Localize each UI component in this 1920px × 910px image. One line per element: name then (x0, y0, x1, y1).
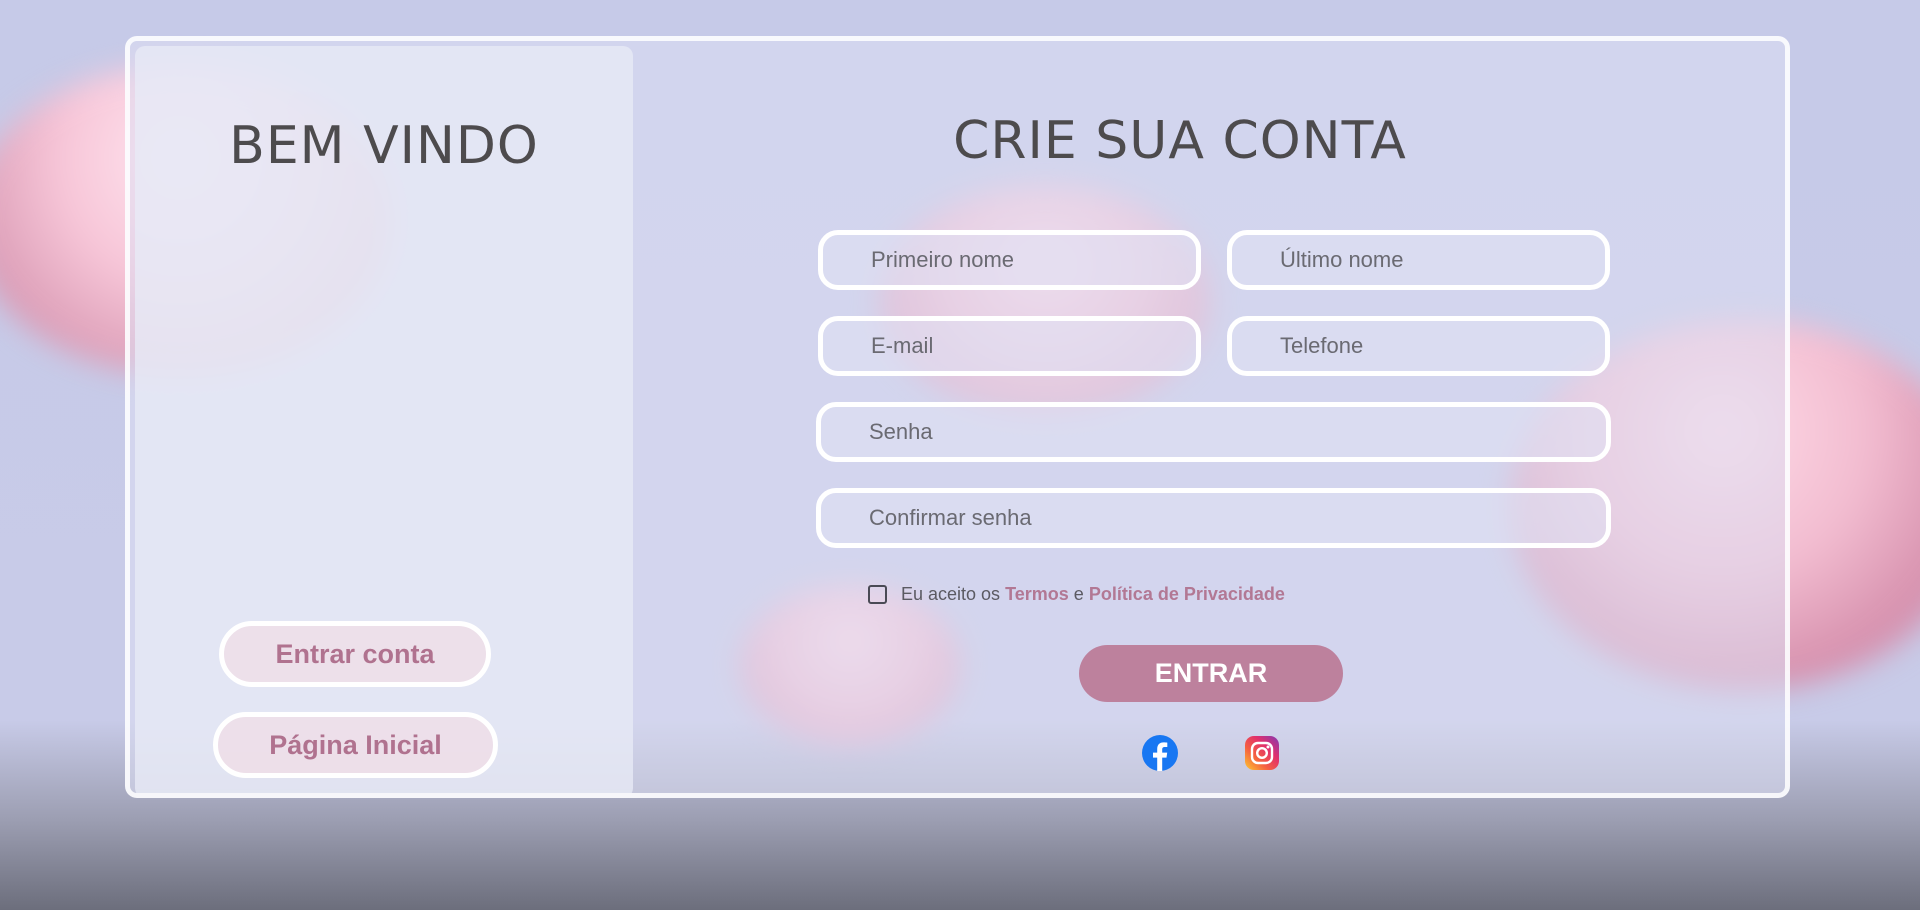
welcome-panel: BEM VINDO Entrar conta Página Inicial (135, 46, 633, 793)
first-name-input[interactable] (823, 235, 1196, 285)
home-page-button[interactable]: Página Inicial (213, 712, 498, 778)
last-name-field (1227, 230, 1610, 290)
login-button[interactable]: Entrar conta (219, 621, 491, 687)
page-background: BEM VINDO Entrar conta Página Inicial CR… (0, 0, 1920, 910)
terms-joiner-text: e (1073, 583, 1084, 604)
phone-input[interactable] (1232, 321, 1605, 371)
first-name-field (818, 230, 1201, 290)
instagram-icon[interactable] (1244, 735, 1280, 771)
privacy-policy-link[interactable]: Política de Privacidade (1089, 584, 1285, 605)
last-name-input[interactable] (1232, 235, 1605, 285)
email-field (818, 316, 1201, 376)
terms-checkbox[interactable] (868, 584, 887, 604)
welcome-title: BEM VINDO (229, 116, 539, 176)
terms-prefix-text: Eu aceito os (901, 583, 1001, 604)
password-field (816, 402, 1611, 462)
terms-link[interactable]: Termos (1005, 584, 1069, 605)
email-input[interactable] (823, 321, 1196, 371)
signup-card: BEM VINDO Entrar conta Página Inicial CR… (125, 36, 1790, 798)
form-title: CRIE SUA CONTA (953, 111, 1407, 171)
phone-field (1227, 316, 1610, 376)
confirm-password-field (816, 488, 1611, 548)
confirm-password-input[interactable] (821, 493, 1606, 543)
terms-row: Eu aceito os Termos e Política de Privac… (868, 582, 1285, 606)
facebook-icon[interactable] (1142, 735, 1178, 771)
password-input[interactable] (821, 407, 1606, 457)
submit-button[interactable]: ENTRAR (1079, 645, 1343, 702)
